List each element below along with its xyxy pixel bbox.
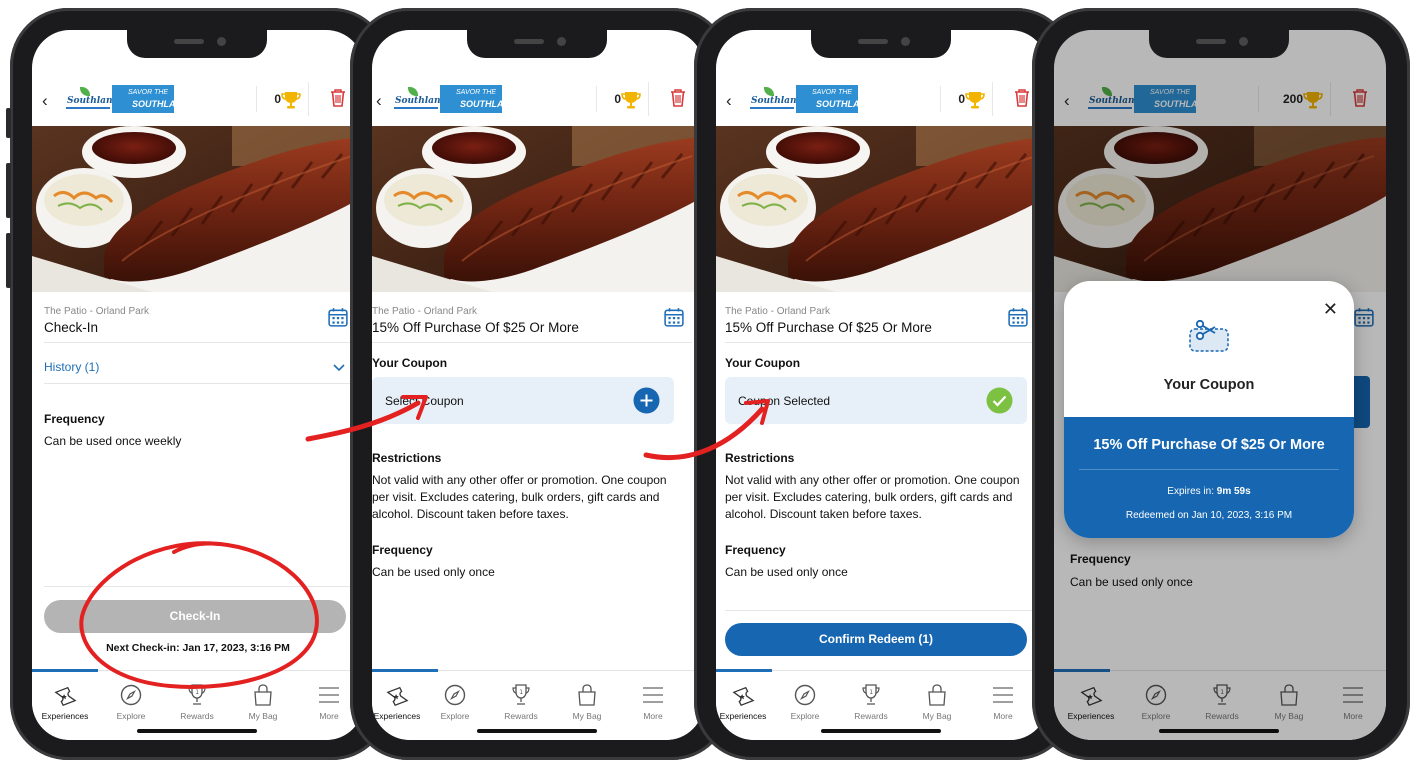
page-title: Check-In xyxy=(44,320,99,335)
coupon-details: 15% Off Purchase Of $25 Or More Expires … xyxy=(1064,417,1354,538)
expires-text: Expires in: 9m 59s xyxy=(1167,486,1251,497)
trophy-icon xyxy=(862,684,880,705)
annotation-arrow xyxy=(643,399,770,461)
bag-icon xyxy=(928,684,946,706)
app-header: ‹ Southland SAVOR THE SOUTHLAND 0 xyxy=(372,78,704,124)
points-balance[interactable]: 0 xyxy=(596,86,647,112)
app-logo: Southland SAVOR THE SOUTHLAND xyxy=(750,84,873,114)
trophy-icon xyxy=(965,91,985,110)
ticket-icon xyxy=(387,687,408,706)
history-toggle[interactable]: History (1) xyxy=(44,360,99,374)
phone-frame: ‹ Southland SAVOR THE SOUTHLAND 200 Frequ… xyxy=(1032,8,1410,760)
redeemed-text: Redeemed on Jan 10, 2023, 3:16 PM xyxy=(1125,510,1293,521)
back-icon[interactable]: ‹ xyxy=(42,91,48,111)
trophy-icon xyxy=(512,684,530,705)
points-balance[interactable]: 0 xyxy=(940,86,991,112)
trophy-icon xyxy=(621,91,641,110)
frequency-heading: Frequency xyxy=(372,543,433,557)
back-icon[interactable]: ‹ xyxy=(726,91,732,111)
location-label: The Patio - Orland Park xyxy=(372,306,478,317)
phone-frame: ‹ Southland SAVOR THE SOUTHLAND 0 The Pat… xyxy=(350,8,730,760)
menu-icon xyxy=(642,687,664,703)
frequency-heading: Frequency xyxy=(44,412,105,426)
phone-frame: ‹ Southland SAVOR THE SOUTHLAND 0 The Pat… xyxy=(694,8,1074,760)
compass-icon xyxy=(444,684,466,706)
coupon-heading: Your Coupon xyxy=(372,356,448,370)
hero-image xyxy=(372,126,704,292)
close-icon[interactable]: ✕ xyxy=(1323,299,1338,320)
trash-icon xyxy=(330,89,346,107)
scissors-coupon-icon xyxy=(1189,319,1229,352)
modal-title: Your Coupon xyxy=(1163,377,1255,393)
coupon-offer: 15% Off Purchase Of $25 Or More xyxy=(1093,437,1325,453)
chevron-down-icon[interactable] xyxy=(332,360,346,374)
frequency-text: Can be used only once xyxy=(372,565,495,579)
location-label: The Patio - Orland Park xyxy=(725,306,831,317)
app-header: ‹ Southland SAVOR THE SOUTHLAND 0 xyxy=(32,78,364,124)
bag-icon xyxy=(578,684,596,706)
trash-icon xyxy=(1014,89,1030,107)
restrictions-text: Not valid with any other offer or promot… xyxy=(372,473,667,521)
app-header: ‹ Southland SAVOR THE SOUTHLAND 0 xyxy=(716,78,1048,124)
calendar-icon[interactable] xyxy=(664,307,684,327)
trophy-icon xyxy=(281,91,301,110)
compass-icon xyxy=(794,684,816,706)
check-icon xyxy=(986,387,1013,414)
page-title: 15% Off Purchase Of $25 Or More xyxy=(725,320,932,335)
coupon-heading: Your Coupon xyxy=(725,356,801,370)
annotation-circle xyxy=(79,541,319,689)
ticket-icon xyxy=(733,687,754,706)
restrictions-text: Not valid with any other offer or promot… xyxy=(725,473,1020,521)
app-logo: Southland SAVOR THE SOUTHLAND xyxy=(66,84,189,114)
back-icon[interactable]: ‹ xyxy=(376,91,382,111)
confirm-redeem-button[interactable]: Confirm Redeem (1) xyxy=(725,623,1027,656)
hero-image xyxy=(32,126,364,292)
annotation-arrow xyxy=(305,395,428,442)
page-title: 15% Off Purchase Of $25 Or More xyxy=(372,320,579,335)
app-logo: Southland SAVOR THE SOUTHLAND xyxy=(394,84,517,114)
frequency-heading: Frequency xyxy=(725,543,786,557)
screen-coupon-redeemed: ‹ Southland SAVOR THE SOUTHLAND 200 Frequ… xyxy=(1054,30,1386,740)
calendar-icon[interactable] xyxy=(1008,307,1028,327)
trash-icon xyxy=(670,89,686,107)
location-label: The Patio - Orland Park xyxy=(44,306,150,317)
menu-icon xyxy=(992,687,1014,703)
hero-image xyxy=(716,126,1048,292)
points-balance[interactable]: 0 xyxy=(256,86,307,112)
coupon-modal: ✕ Your Coupon 15% Off Purchase Of $25 Or… xyxy=(1064,281,1354,538)
frequency-text: Can be used only once xyxy=(725,565,848,579)
calendar-icon[interactable] xyxy=(328,307,348,327)
